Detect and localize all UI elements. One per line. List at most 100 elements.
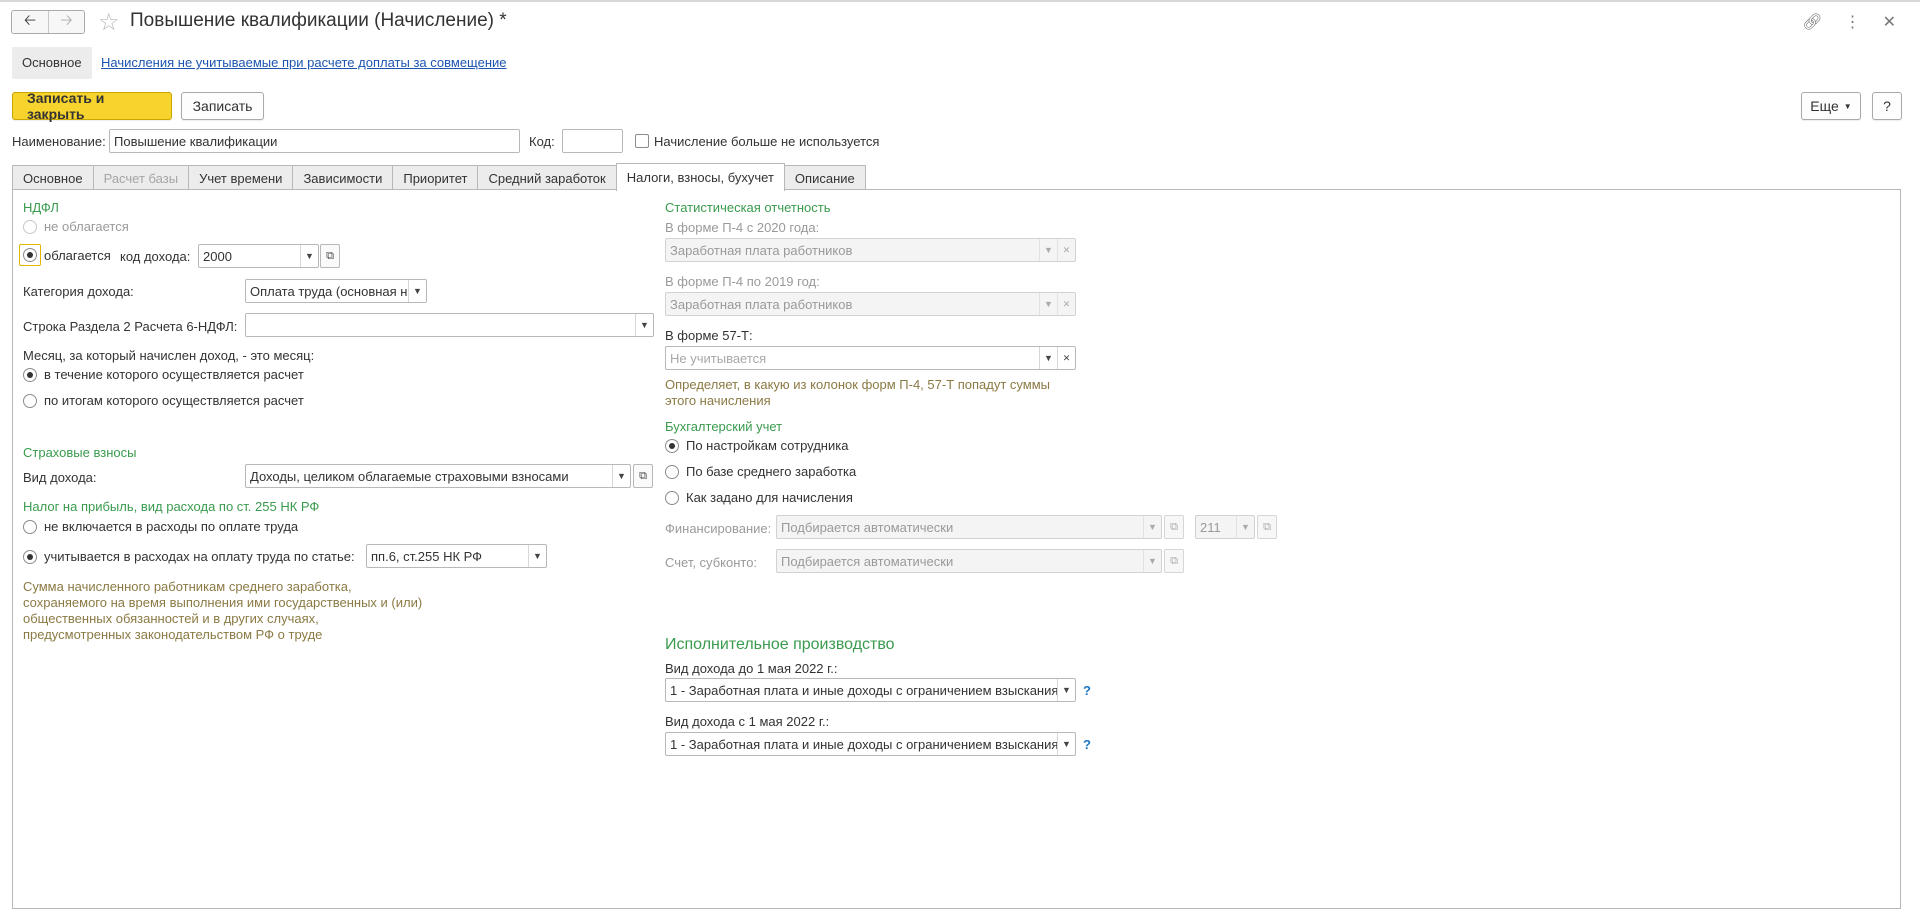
f57-select[interactable]: Не учитывается ▼ ✕ bbox=[665, 346, 1076, 370]
clear-icon[interactable]: ✕ bbox=[1057, 347, 1075, 369]
ndfl-taxed-option[interactable]: облагается bbox=[19, 244, 111, 266]
ndfl-not-taxed-label: не облагается bbox=[44, 219, 129, 234]
open-icon[interactable]: ⧉ bbox=[1164, 549, 1184, 573]
tab-base-calc[interactable]: Расчет базы bbox=[92, 165, 190, 191]
month-option-current[interactable]: в течение которого осуществляется расчет bbox=[23, 367, 304, 382]
income-category-select[interactable]: Оплата труда (основная н ▼ bbox=[245, 279, 427, 303]
chevron-down-icon[interactable]: ▼ bbox=[635, 314, 653, 336]
clear-icon[interactable]: ✕ bbox=[1057, 293, 1075, 315]
link-icon[interactable]: 🔗︎ bbox=[1802, 12, 1822, 32]
open-icon[interactable]: ⧉ bbox=[320, 244, 340, 268]
tab-dependencies[interactable]: Зависимости bbox=[292, 165, 394, 191]
not-used-label: Начисление больше не используется bbox=[654, 134, 880, 149]
chevron-down-icon[interactable]: ▼ bbox=[1057, 679, 1075, 701]
radio-button[interactable] bbox=[23, 549, 37, 564]
help-question-icon[interactable]: ? bbox=[1083, 683, 1091, 698]
profit-tax-option-included[interactable]: учитывается в расходах на оплату труда п… bbox=[23, 549, 355, 564]
enforcement-before-select[interactable]: 1 - Заработная плата и иные доходы с огр… bbox=[665, 678, 1076, 702]
more-icon[interactable]: ⋮ bbox=[1845, 12, 1861, 32]
help-button[interactable]: ? bbox=[1872, 92, 1902, 120]
code-input[interactable] bbox=[562, 129, 623, 153]
financing-code-value: 211 bbox=[1200, 519, 1221, 535]
p4-2019-value: Заработная плата работников bbox=[670, 296, 853, 312]
forward-button[interactable]: 🡢 bbox=[48, 11, 84, 33]
clear-icon[interactable]: ✕ bbox=[1057, 239, 1075, 261]
tab-taxes[interactable]: Налоги, взносы, бухучет bbox=[615, 163, 785, 191]
tab-main[interactable]: Основное bbox=[12, 165, 94, 191]
tab-average-earnings[interactable]: Средний заработок bbox=[477, 165, 617, 191]
code-label: Код: bbox=[529, 134, 555, 149]
open-icon[interactable]: ⧉ bbox=[633, 464, 653, 488]
chevron-down-icon[interactable]: ▼ bbox=[528, 545, 546, 567]
insurance-income-type-select[interactable]: Доходы, целиком облагаемые страховыми вз… bbox=[245, 464, 631, 488]
back-button[interactable]: 🡠 bbox=[12, 11, 48, 33]
open-icon[interactable]: ⧉ bbox=[1257, 515, 1277, 539]
name-label: Наименование: bbox=[12, 134, 106, 149]
p4-2020-label: В форме П-4 с 2020 года: bbox=[665, 220, 820, 235]
note-line: этого начисления bbox=[665, 393, 771, 408]
chevron-down-icon[interactable]: ▼ bbox=[1039, 239, 1057, 261]
chevron-down-icon[interactable]: ▼ bbox=[408, 280, 426, 302]
profit-tax-section-title: Налог на прибыль, вид расхода по ст. 255… bbox=[23, 499, 320, 514]
p4-2020-select[interactable]: Заработная плата работников ▼ ✕ bbox=[665, 238, 1076, 262]
financing-select[interactable]: Подбирается автоматически ▼ bbox=[776, 515, 1162, 539]
ndfl-row-select[interactable]: ▼ bbox=[245, 313, 654, 337]
profit-tax-article-select[interactable]: пп.6, ст.255 НК РФ ▼ bbox=[366, 544, 547, 568]
note-line: Определяет, в какую из колонок форм П-4,… bbox=[665, 377, 1051, 392]
tab-priority[interactable]: Приоритет bbox=[392, 165, 479, 191]
month-question-label: Месяц, за который начислен доход, - это … bbox=[23, 348, 315, 363]
income-code-input[interactable]: 2000 ▼ bbox=[198, 244, 319, 268]
chevron-down-icon[interactable]: ▼ bbox=[1039, 293, 1057, 315]
month-option-result[interactable]: по итогам которого осуществляется расчет bbox=[23, 393, 304, 408]
not-used-checkbox[interactable] bbox=[635, 134, 649, 148]
radio-button[interactable] bbox=[665, 490, 679, 505]
stats-note: Определяет, в какую из колонок форм П-4,… bbox=[665, 377, 1050, 409]
radio-button[interactable] bbox=[23, 219, 37, 234]
chevron-down-icon[interactable]: ▼ bbox=[612, 465, 630, 487]
ndfl-taxed-label: облагается bbox=[44, 247, 111, 263]
insurance-income-type-label: Вид дохода: bbox=[23, 470, 97, 485]
radio-button[interactable] bbox=[665, 438, 679, 453]
financing-code-select[interactable]: 211 ▼ bbox=[1195, 515, 1255, 539]
tab-description[interactable]: Описание bbox=[783, 165, 866, 191]
window-title: Повышение квалификации (Начисление) * bbox=[130, 10, 507, 31]
nav-link-accruals[interactable]: Начисления не учитываемые при расчете до… bbox=[101, 55, 507, 70]
help-question-icon[interactable]: ? bbox=[1083, 737, 1091, 752]
profit-tax-note: Сумма начисленного работникам среднего з… bbox=[23, 579, 422, 643]
account-select[interactable]: Подбирается автоматически ▼ bbox=[776, 549, 1162, 573]
chevron-down-icon[interactable]: ▼ bbox=[1143, 550, 1161, 572]
favorite-star-icon[interactable]: ☆ bbox=[98, 8, 120, 37]
chevron-down-icon[interactable]: ▼ bbox=[1143, 516, 1161, 538]
radio-button[interactable] bbox=[23, 367, 37, 382]
chevron-down-icon[interactable]: ▼ bbox=[1057, 733, 1075, 755]
enforcement-after-select[interactable]: 1 - Заработная плата и иные доходы с огр… bbox=[665, 732, 1076, 756]
chevron-down-icon[interactable]: ▼ bbox=[1039, 347, 1057, 369]
more-button[interactable]: Еще ▼ bbox=[1801, 92, 1861, 120]
radio-button[interactable] bbox=[23, 519, 37, 534]
insurance-income-type-value: Доходы, целиком облагаемые страховыми вз… bbox=[250, 468, 569, 484]
open-icon[interactable]: ⧉ bbox=[1164, 515, 1184, 539]
radio-button[interactable] bbox=[23, 393, 37, 408]
enforcement-after-label: Вид дохода с 1 мая 2022 г.: bbox=[665, 714, 830, 729]
chevron-down-icon[interactable]: ▼ bbox=[1236, 516, 1254, 538]
accounting-option-average[interactable]: По базе среднего заработка bbox=[665, 464, 856, 479]
accounting-option-accrual[interactable]: Как задано для начисления bbox=[665, 490, 853, 505]
p4-2019-select[interactable]: Заработная плата работников ▼ ✕ bbox=[665, 292, 1076, 316]
close-icon[interactable]: ✕ bbox=[1883, 12, 1896, 32]
radio-button[interactable] bbox=[23, 248, 37, 262]
tab-strip: Основное Расчет базы Учет времени Зависи… bbox=[12, 163, 866, 191]
enforcement-before-value: 1 - Заработная плата и иные доходы с огр… bbox=[670, 682, 1057, 698]
chevron-down-icon[interactable]: ▼ bbox=[300, 245, 318, 267]
tab-time-accounting[interactable]: Учет времени bbox=[188, 165, 294, 191]
enforcement-before-label: Вид дохода до 1 мая 2022 г.: bbox=[665, 661, 838, 676]
name-input[interactable]: Повышение квалификации bbox=[109, 129, 520, 153]
save-close-button[interactable]: Записать и закрыть bbox=[12, 90, 172, 122]
profit-tax-option-excluded[interactable]: не включается в расходы по оплате труда bbox=[23, 519, 298, 534]
accounting-option-employee[interactable]: По настройкам сотрудника bbox=[665, 438, 848, 453]
navigation-buttons: 🡠 🡢 bbox=[11, 10, 85, 34]
save-button[interactable]: Записать bbox=[181, 92, 264, 120]
accounting-section-title: Бухгалтерский учет bbox=[665, 419, 783, 434]
ndfl-not-taxed-option[interactable]: не облагается bbox=[23, 219, 129, 234]
radio-button[interactable] bbox=[665, 464, 679, 479]
nav-main[interactable]: Основное bbox=[12, 47, 92, 79]
